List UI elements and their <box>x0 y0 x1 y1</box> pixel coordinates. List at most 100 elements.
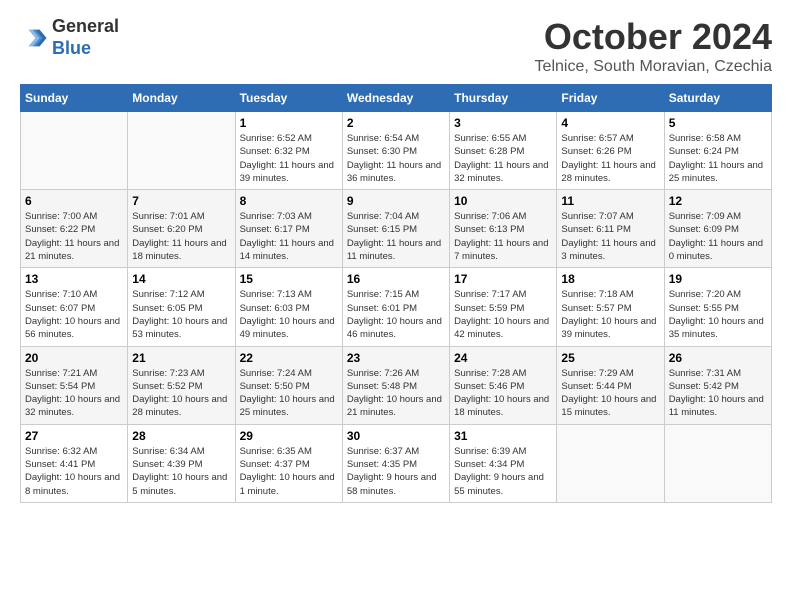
day-info: Sunrise: 6:52 AM Sunset: 6:32 PM Dayligh… <box>240 132 338 185</box>
day-number: 8 <box>240 194 338 208</box>
calendar-cell: 20 Sunrise: 7:21 AM Sunset: 5:54 PM Dayli… <box>21 346 128 424</box>
day-info: Sunrise: 7:29 AM Sunset: 5:44 PM Dayligh… <box>561 367 659 420</box>
day-number: 28 <box>132 429 230 443</box>
calendar-cell: 22Sunrise: 7:24 AM Sunset: 5:50 PM Dayli… <box>235 346 342 424</box>
day-number: 31 <box>454 429 552 443</box>
day-number: 9 <box>347 194 445 208</box>
day-info: Sunrise: 7:06 AM Sunset: 6:13 PM Dayligh… <box>454 210 552 263</box>
day-info: Sunrise: 7:10 AM Sunset: 6:07 PM Dayligh… <box>25 288 123 341</box>
calendar-cell: 27 Sunrise: 6:32 AM Sunset: 4:41 PM Dayli… <box>21 424 128 502</box>
calendar-cell: 23 Sunrise: 7:26 AM Sunset: 5:48 PM Dayli… <box>342 346 449 424</box>
calendar-cell: 13 Sunrise: 7:10 AM Sunset: 6:07 PM Dayli… <box>21 268 128 346</box>
day-number: 5 <box>669 116 767 130</box>
col-sunday: Sunday <box>21 85 128 112</box>
calendar-cell: 6 Sunrise: 7:00 AM Sunset: 6:22 PM Daylig… <box>21 190 128 268</box>
day-number: 4 <box>561 116 659 130</box>
day-info: Sunrise: 6:55 AM Sunset: 6:28 PM Dayligh… <box>454 132 552 185</box>
calendar-cell: 7 Sunrise: 7:01 AM Sunset: 6:20 PM Daylig… <box>128 190 235 268</box>
day-info: Sunrise: 7:18 AM Sunset: 5:57 PM Dayligh… <box>561 288 659 341</box>
day-number: 6 <box>25 194 123 208</box>
day-number: 27 <box>25 429 123 443</box>
calendar-header-row: Sunday Monday Tuesday Wednesday Thursday… <box>21 85 772 112</box>
col-saturday: Saturday <box>664 85 771 112</box>
calendar-cell <box>557 424 664 502</box>
day-info: Sunrise: 7:24 AM Sunset: 5:50 PM Dayligh… <box>240 367 338 420</box>
calendar-cell <box>664 424 771 502</box>
calendar-week-row: 1Sunrise: 6:52 AM Sunset: 6:32 PM Daylig… <box>21 112 772 190</box>
col-wednesday: Wednesday <box>342 85 449 112</box>
day-info: Sunrise: 7:28 AM Sunset: 5:46 PM Dayligh… <box>454 367 552 420</box>
logo-text: General Blue <box>52 16 119 59</box>
col-tuesday: Tuesday <box>235 85 342 112</box>
day-info: Sunrise: 6:57 AM Sunset: 6:26 PM Dayligh… <box>561 132 659 185</box>
day-number: 14 <box>132 272 230 286</box>
day-info: Sunrise: 7:20 AM Sunset: 5:55 PM Dayligh… <box>669 288 767 341</box>
col-thursday: Thursday <box>450 85 557 112</box>
day-number: 26 <box>669 351 767 365</box>
day-number: 25 <box>561 351 659 365</box>
day-info: Sunrise: 6:34 AM Sunset: 4:39 PM Dayligh… <box>132 445 230 498</box>
calendar-week-row: 27 Sunrise: 6:32 AM Sunset: 4:41 PM Dayli… <box>21 424 772 502</box>
day-number: 19 <box>669 272 767 286</box>
day-number: 11 <box>561 194 659 208</box>
day-info: Sunrise: 7:21 AM Sunset: 5:54 PM Dayligh… <box>25 367 123 420</box>
day-number: 10 <box>454 194 552 208</box>
day-number: 24 <box>454 351 552 365</box>
calendar-cell: 5Sunrise: 6:58 AM Sunset: 6:24 PM Daylig… <box>664 112 771 190</box>
calendar-cell: 14 Sunrise: 7:12 AM Sunset: 6:05 PM Dayli… <box>128 268 235 346</box>
calendar-cell: 11 Sunrise: 7:07 AM Sunset: 6:11 PM Dayli… <box>557 190 664 268</box>
calendar-cell: 10 Sunrise: 7:06 AM Sunset: 6:13 PM Dayli… <box>450 190 557 268</box>
day-info: Sunrise: 7:26 AM Sunset: 5:48 PM Dayligh… <box>347 367 445 420</box>
day-number: 7 <box>132 194 230 208</box>
day-number: 18 <box>561 272 659 286</box>
day-number: 15 <box>240 272 338 286</box>
calendar-cell: 9 Sunrise: 7:04 AM Sunset: 6:15 PM Daylig… <box>342 190 449 268</box>
calendar-cell: 17Sunrise: 7:17 AM Sunset: 5:59 PM Dayli… <box>450 268 557 346</box>
day-info: Sunrise: 7:01 AM Sunset: 6:20 PM Dayligh… <box>132 210 230 263</box>
calendar-week-row: 6 Sunrise: 7:00 AM Sunset: 6:22 PM Daylig… <box>21 190 772 268</box>
day-number: 29 <box>240 429 338 443</box>
col-friday: Friday <box>557 85 664 112</box>
calendar-table: Sunday Monday Tuesday Wednesday Thursday… <box>20 84 772 503</box>
calendar-cell: 29Sunrise: 6:35 AM Sunset: 4:37 PM Dayli… <box>235 424 342 502</box>
day-info: Sunrise: 7:09 AM Sunset: 6:09 PM Dayligh… <box>669 210 767 263</box>
calendar-cell: 30Sunrise: 6:37 AM Sunset: 4:35 PM Dayli… <box>342 424 449 502</box>
calendar-week-row: 13 Sunrise: 7:10 AM Sunset: 6:07 PM Dayli… <box>21 268 772 346</box>
day-info: Sunrise: 7:07 AM Sunset: 6:11 PM Dayligh… <box>561 210 659 263</box>
calendar-cell: 1Sunrise: 6:52 AM Sunset: 6:32 PM Daylig… <box>235 112 342 190</box>
calendar-cell: 8 Sunrise: 7:03 AM Sunset: 6:17 PM Daylig… <box>235 190 342 268</box>
day-number: 23 <box>347 351 445 365</box>
day-number: 12 <box>669 194 767 208</box>
month-title: October 2024 <box>535 16 772 58</box>
col-monday: Monday <box>128 85 235 112</box>
header: General Blue October 2024 Telnice, South… <box>20 16 772 76</box>
day-info: Sunrise: 7:03 AM Sunset: 6:17 PM Dayligh… <box>240 210 338 263</box>
day-number: 16 <box>347 272 445 286</box>
day-info: Sunrise: 7:12 AM Sunset: 6:05 PM Dayligh… <box>132 288 230 341</box>
calendar-cell: 21Sunrise: 7:23 AM Sunset: 5:52 PM Dayli… <box>128 346 235 424</box>
day-info: Sunrise: 7:23 AM Sunset: 5:52 PM Dayligh… <box>132 367 230 420</box>
day-info: Sunrise: 6:37 AM Sunset: 4:35 PM Dayligh… <box>347 445 445 498</box>
day-info: Sunrise: 6:32 AM Sunset: 4:41 PM Dayligh… <box>25 445 123 498</box>
calendar-cell: 16Sunrise: 7:15 AM Sunset: 6:01 PM Dayli… <box>342 268 449 346</box>
calendar-cell <box>128 112 235 190</box>
calendar-cell: 25 Sunrise: 7:29 AM Sunset: 5:44 PM Dayli… <box>557 346 664 424</box>
calendar-week-row: 20 Sunrise: 7:21 AM Sunset: 5:54 PM Dayli… <box>21 346 772 424</box>
day-info: Sunrise: 7:00 AM Sunset: 6:22 PM Dayligh… <box>25 210 123 263</box>
calendar-cell <box>21 112 128 190</box>
day-number: 20 <box>25 351 123 365</box>
calendar-cell: 15Sunrise: 7:13 AM Sunset: 6:03 PM Dayli… <box>235 268 342 346</box>
day-info: Sunrise: 7:04 AM Sunset: 6:15 PM Dayligh… <box>347 210 445 263</box>
day-number: 17 <box>454 272 552 286</box>
page-container: General Blue October 2024 Telnice, South… <box>0 0 792 519</box>
calendar-cell: 28 Sunrise: 6:34 AM Sunset: 4:39 PM Dayli… <box>128 424 235 502</box>
day-info: Sunrise: 7:31 AM Sunset: 5:42 PM Dayligh… <box>669 367 767 420</box>
calendar-cell: 18 Sunrise: 7:18 AM Sunset: 5:57 PM Dayli… <box>557 268 664 346</box>
calendar-cell: 31Sunrise: 6:39 AM Sunset: 4:34 PM Dayli… <box>450 424 557 502</box>
day-number: 3 <box>454 116 552 130</box>
title-block: October 2024 Telnice, South Moravian, Cz… <box>535 16 772 76</box>
day-number: 13 <box>25 272 123 286</box>
day-info: Sunrise: 6:54 AM Sunset: 6:30 PM Dayligh… <box>347 132 445 185</box>
day-number: 2 <box>347 116 445 130</box>
calendar-cell: 24 Sunrise: 7:28 AM Sunset: 5:46 PM Dayli… <box>450 346 557 424</box>
